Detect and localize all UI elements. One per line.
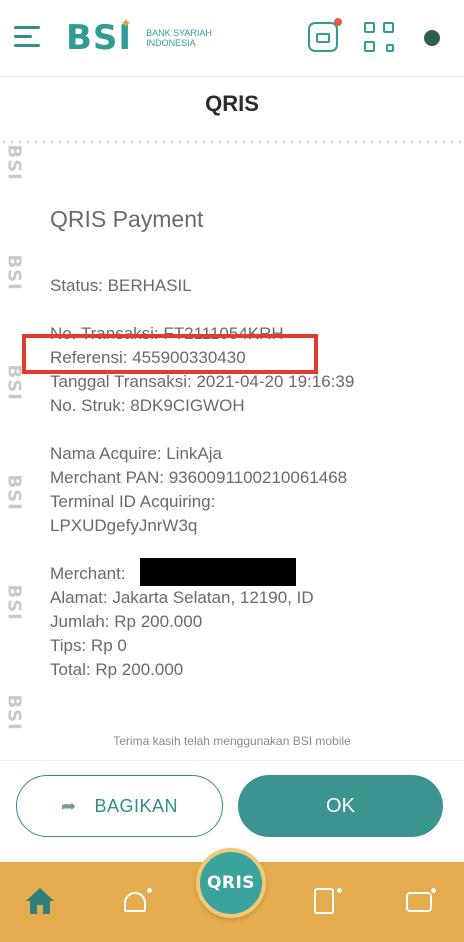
status-text: Status: BERHASIL bbox=[50, 276, 192, 295]
merchant-label: Merchant: bbox=[50, 564, 126, 583]
receipt-perforation bbox=[0, 140, 464, 144]
qris-fab-label: QRIS bbox=[206, 873, 256, 893]
watermark-text: BSI bbox=[3, 584, 25, 621]
watermark-item: BSI bbox=[0, 584, 26, 688]
qr-scan-icon[interactable] bbox=[364, 22, 394, 52]
terminal-id-value: LPXUDgefyJnrW3q bbox=[50, 516, 198, 535]
merchant-pan: Merchant PAN: 936009110021006146​8 bbox=[50, 468, 348, 487]
receipt-heading: QRIS Payment bbox=[50, 206, 204, 232]
logo-subtitle-line-2: INDONESIA bbox=[146, 38, 196, 48]
ok-button-label: OK bbox=[326, 794, 355, 817]
watermark-strip: BSI BSI BSI BSI BSI BSI bbox=[0, 144, 26, 760]
watermark-item: BSI bbox=[0, 144, 26, 248]
share-button-label: BAGIKAN bbox=[94, 795, 179, 816]
transaction-history-icon[interactable] bbox=[306, 886, 346, 922]
watermark-text: BSI bbox=[3, 474, 25, 511]
watermark-text: BSI bbox=[3, 694, 25, 731]
page-title: QRIS bbox=[205, 91, 259, 116]
page-title-bar: QRIS bbox=[0, 76, 464, 134]
chat-icon[interactable] bbox=[400, 886, 440, 922]
action-bar: ➦ BAGIKAN OK bbox=[0, 760, 464, 860]
receipt-panel[interactable]: BSI BSI BSI BSI BSI BSI QRIS Payment Sta… bbox=[0, 134, 464, 760]
merchant-address: Alamat: Jakarta Selatan, 12190, ID bbox=[50, 588, 314, 607]
star-icon: ✦ bbox=[120, 16, 132, 32]
watermark-text: BSI bbox=[3, 364, 25, 401]
terminal-id-label: Terminal ID Acquiring: bbox=[50, 492, 216, 511]
watermark-item: BSI bbox=[0, 364, 26, 468]
watermark-text: BSI bbox=[3, 144, 25, 181]
online-status-icon bbox=[424, 30, 440, 46]
acquirer-name: Nama Acquire: LinkAja bbox=[50, 444, 222, 463]
tips: Tips: Rp 0 bbox=[50, 636, 127, 655]
watermark-item: BSI bbox=[0, 474, 26, 578]
share-arrow-icon: ➦ bbox=[60, 795, 77, 816]
hamburger-menu-icon[interactable] bbox=[14, 26, 40, 48]
merchant-name-redaction bbox=[140, 558, 296, 586]
notification-bell-icon[interactable] bbox=[116, 886, 156, 922]
app-header: BSI ✦ BANK SYARIAH INDONESIA bbox=[0, 0, 464, 76]
bsi-logo: BSI ✦ BANK SYARIAH INDONESIA bbox=[66, 16, 212, 60]
receipt-number: No. Struk: 8DK9CIGWOH bbox=[50, 396, 245, 415]
reference-highlight-box bbox=[22, 334, 318, 374]
qris-fab-button[interactable]: QRIS bbox=[196, 848, 266, 918]
total-amount: Total: Rp 200.000 bbox=[50, 660, 184, 679]
inbox-notification-icon[interactable] bbox=[308, 18, 342, 52]
thank-you-note: Terima kasih telah menggunakan BSI mobil… bbox=[113, 734, 351, 748]
watermark-item: BSI bbox=[0, 694, 26, 760]
home-icon[interactable] bbox=[20, 886, 60, 922]
ok-button[interactable]: OK bbox=[238, 775, 443, 837]
amount: Jumlah: Rp 200.000 bbox=[50, 612, 203, 631]
share-button[interactable]: ➦ BAGIKAN bbox=[16, 775, 223, 837]
transaction-date: Tanggal Transaksi: 2021-04-20 19:16:39 bbox=[50, 372, 355, 391]
